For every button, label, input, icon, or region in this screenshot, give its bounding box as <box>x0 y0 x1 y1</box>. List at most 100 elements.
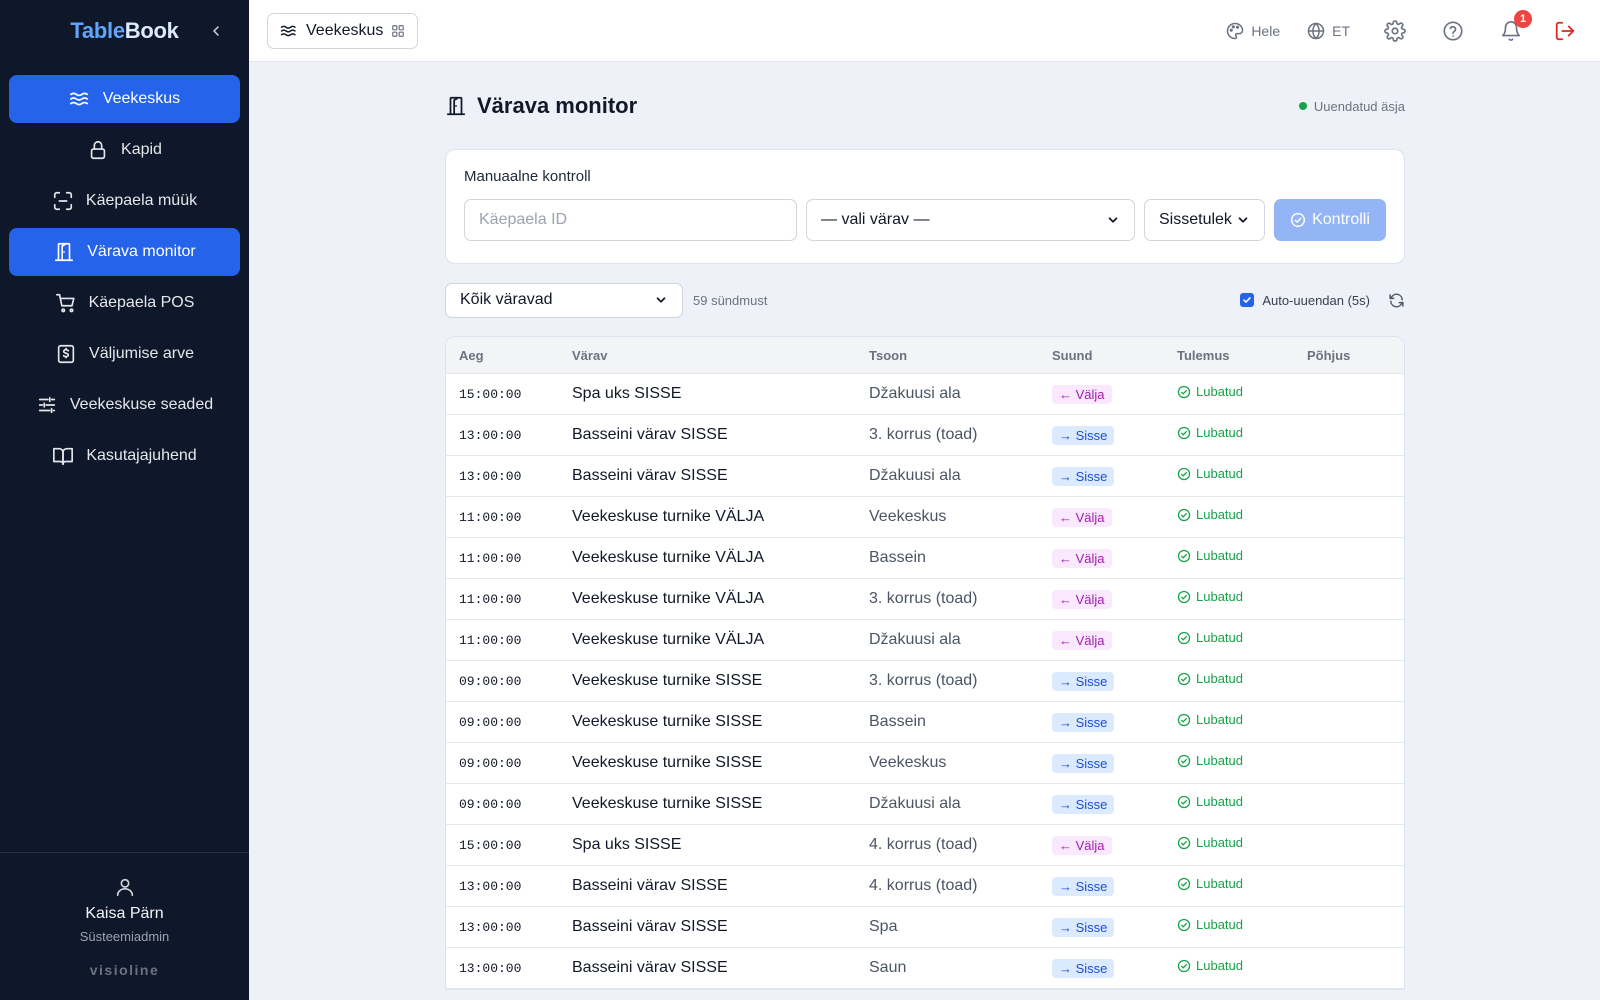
sidebar-item-label: Kasutajajuhend <box>86 447 197 464</box>
table-header: Aeg Värav Tsoon Suund Tulemus Põhjus <box>446 337 1404 374</box>
sidebar-nav: Veekeskus Kapid Käepaela müük Värava mon… <box>0 62 249 480</box>
check-circle-icon <box>1177 754 1191 767</box>
result-badge: Lubatud <box>1177 671 1243 686</box>
col-header-time[interactable]: Aeg <box>446 348 572 363</box>
sidebar-item-veekeskus[interactable]: Veekeskus <box>9 75 240 123</box>
event-zone: Džakuusi ala <box>869 631 961 648</box>
direction-badge: → Sisse <box>1052 917 1115 937</box>
col-header-direction[interactable]: Suund <box>1052 348 1177 363</box>
table-row[interactable]: 09:00:00 Veekeskuse turnike SISSE Veekesku… <box>446 743 1404 784</box>
direction-badge: → Sisse <box>1052 425 1115 445</box>
checkmark-icon <box>1243 297 1252 303</box>
check-circle-icon <box>1177 467 1191 480</box>
table-row[interactable]: 09:00:00 Veekeskuse turnike SISSE Bassein →… <box>446 702 1404 743</box>
result-text: Lubatud <box>1196 630 1243 646</box>
event-time: 11:00:00 <box>459 551 522 566</box>
gate-filter-select[interactable]: Kõik väravad <box>445 282 683 318</box>
table-row[interactable]: 11:00:00 Veekeskuse turnike VÄLJA 3. korru… <box>446 579 1404 620</box>
col-header-result[interactable]: Tulemus <box>1177 348 1307 363</box>
event-gate: Basseini värav SISSE <box>572 877 728 894</box>
collapse-sidebar-button[interactable] <box>205 20 227 42</box>
theme-toggle[interactable]: Hele <box>1225 21 1280 41</box>
notifications-button[interactable]: 1 <box>1500 10 1532 42</box>
check-button[interactable]: Kontrolli <box>1274 199 1386 241</box>
globe-icon <box>1307 22 1325 40</box>
table-row[interactable]: 11:00:00 Veekeskuse turnike VÄLJA Veekesku… <box>446 497 1404 538</box>
sidebar-item-kapid[interactable]: Kapid <box>9 126 240 174</box>
settings-button[interactable] <box>1384 20 1406 42</box>
sidebar-item-kaepaela-pos[interactable]: Käepaela POS <box>9 279 240 327</box>
table-row[interactable]: 09:00:00 Veekeskuse turnike SISSE 3. korru… <box>446 661 1404 702</box>
sidebar-item-label: Käepaela müük <box>85 192 198 209</box>
direction-select[interactable]: Sissetulek <box>1144 199 1265 241</box>
event-zone: Spa <box>869 918 898 935</box>
table-row[interactable]: 13:00:00 Basseini värav SISSE 4. korrus (t… <box>446 866 1404 907</box>
event-time: 15:00:00 <box>459 387 522 402</box>
table-row[interactable]: 13:00:00 Basseini värav SISSE Saun → Sisse L… <box>446 948 1404 989</box>
event-gate: Basseini värav SISSE <box>572 959 728 976</box>
main-content: Värava monitor Uuendatud äsja Manuaalne … <box>445 62 1405 990</box>
table-row[interactable]: 09:00:00 Veekeskuse turnike SISSE Džakuusi… <box>446 784 1404 825</box>
help-button[interactable] <box>1442 20 1464 42</box>
result-badge: Lubatud <box>1177 712 1243 727</box>
sidebar-item-label: Väljumise arve <box>89 345 194 362</box>
col-header-zone[interactable]: Tsoon <box>869 348 1052 363</box>
top-actions: Hele ET 1 <box>1225 0 1600 62</box>
language-switcher[interactable]: ET <box>1306 21 1350 41</box>
table-row[interactable]: 13:00:00 Basseini värav SISSE Spa → Sisse Lu… <box>446 907 1404 948</box>
direction-badge: → Sisse <box>1052 794 1115 814</box>
sidebar-item-label: Veekeskus <box>102 90 181 107</box>
event-gate: Veekeskuse turnike VÄLJA <box>572 508 765 525</box>
auto-refresh-checkbox[interactable] <box>1240 293 1255 307</box>
direction-badge: → Sisse <box>1052 712 1115 732</box>
event-time: 09:00:00 <box>459 797 522 812</box>
check-circle-icon <box>1177 549 1191 562</box>
direction-select-value: Sissetulek <box>1159 211 1232 228</box>
wristband-id-input[interactable] <box>464 199 797 241</box>
door-icon <box>55 242 74 262</box>
table-row[interactable]: 13:00:00 Basseini värav SISSE 3. korrus (t… <box>446 415 1404 456</box>
sidebar-item-kaepaela-muuk[interactable]: Käepaela müük <box>9 177 240 225</box>
gear-icon <box>1384 20 1406 42</box>
result-text: Lubatud <box>1196 876 1243 892</box>
filter-right: Auto-uuendan (5s) <box>1240 292 1405 309</box>
event-zone: 4. korrus (toad) <box>869 877 978 894</box>
sidebar-item-veekeskuse-seaded[interactable]: Veekeskuse seaded <box>9 381 240 429</box>
auto-refresh-label[interactable]: Auto-uuendan (5s) <box>1262 293 1370 308</box>
sidebar-item-varava-monitor[interactable]: Värava monitor <box>9 228 240 276</box>
event-count: 59 sündmust <box>693 292 768 308</box>
table-body: 15:00:00 Spa uks SISSE Džakuusi ala ← Välja… <box>446 374 1404 989</box>
user-icon[interactable] <box>114 875 136 899</box>
direction-badge: ← Välja <box>1052 835 1112 855</box>
refresh-button[interactable] <box>1388 292 1405 309</box>
table-row[interactable]: 15:00:00 Spa uks SISSE 4. korrus (toad) ← V… <box>446 825 1404 866</box>
result-text: Lubatud <box>1196 384 1243 400</box>
sidebar-item-valjumise-arve[interactable]: Väljumise arve <box>9 330 240 378</box>
module-switcher-button[interactable]: Veekeskus <box>267 13 419 49</box>
sidebar-item-label: Kapid <box>121 141 162 158</box>
result-text: Lubatud <box>1196 958 1243 974</box>
book-icon <box>53 447 74 466</box>
event-gate: Veekeskuse turnike SISSE <box>572 672 763 689</box>
result-badge: Lubatud <box>1177 630 1243 645</box>
event-gate: Spa uks SISSE <box>572 385 682 402</box>
result-text: Lubatud <box>1196 466 1243 482</box>
col-header-gate[interactable]: Värav <box>572 348 869 363</box>
help-icon <box>1443 21 1463 41</box>
table-row[interactable]: 13:00:00 Basseini värav SISSE Džakuusi ala… <box>446 456 1404 497</box>
direction-badge: → Sisse <box>1052 466 1115 486</box>
table-row[interactable]: 11:00:00 Veekeskuse turnike VÄLJA Bassein ←… <box>446 538 1404 579</box>
event-time: 13:00:00 <box>459 961 522 976</box>
gate-select[interactable]: — vali värav — <box>806 199 1135 241</box>
result-text: Lubatud <box>1196 425 1243 441</box>
door-icon <box>446 96 466 116</box>
cart-icon <box>55 293 75 313</box>
col-header-reason[interactable]: Põhjus <box>1307 348 1404 363</box>
table-row[interactable]: 15:00:00 Spa uks SISSE Džakuusi ala ← Välja… <box>446 374 1404 415</box>
brand-logo[interactable]: TableBook <box>70 18 178 44</box>
event-time: 09:00:00 <box>459 756 522 771</box>
sidebar-item-kasutajajuhend[interactable]: Kasutajajuhend <box>9 432 240 480</box>
logout-button[interactable] <box>1554 20 1576 42</box>
table-row[interactable]: 11:00:00 Veekeskuse turnike VÄLJA Džakuusi… <box>446 620 1404 661</box>
vendor-logo: visioline <box>89 962 160 978</box>
